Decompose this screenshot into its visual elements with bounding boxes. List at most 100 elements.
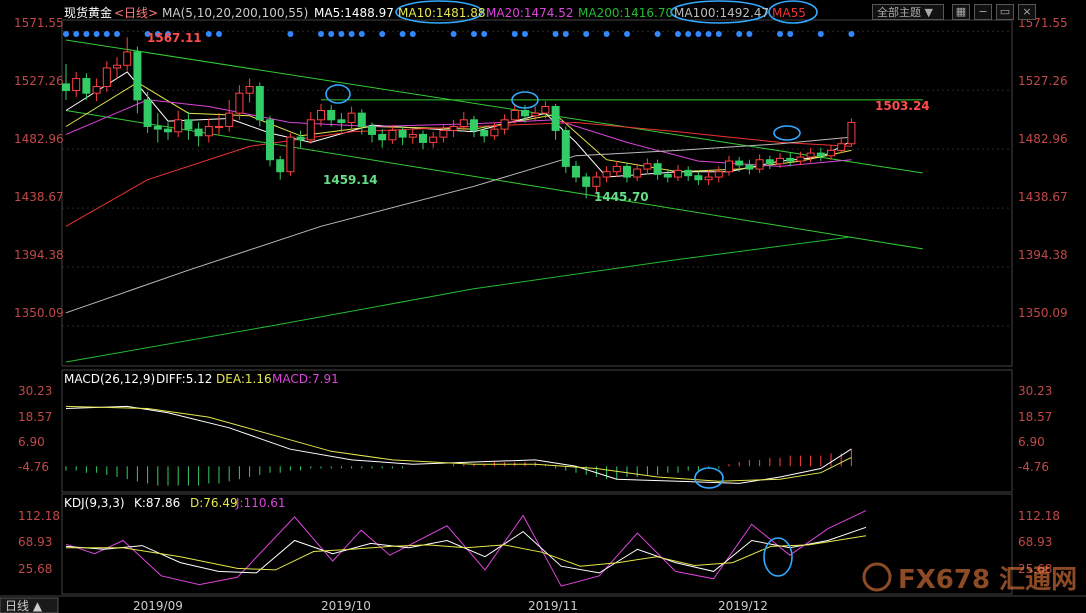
signal-dot bbox=[715, 31, 722, 37]
kdj-d: D:76.49 bbox=[190, 496, 238, 510]
price-legend: 现货黄金 <日线> MA(5,10,20,200,100,55) MA5:148… bbox=[64, 5, 806, 20]
candle-body bbox=[388, 129, 397, 141]
candle-body bbox=[306, 119, 315, 141]
candle-body bbox=[317, 109, 325, 121]
ma100-value: MA100:1492.47 bbox=[674, 6, 769, 20]
macd-tick: 18.57 bbox=[1018, 410, 1052, 424]
signal-dot bbox=[83, 31, 90, 37]
period-label: <日线> bbox=[114, 6, 158, 20]
candle-body bbox=[582, 176, 591, 187]
kdj-tick: 112.18 bbox=[18, 509, 60, 523]
ma5-value: MA5:1488.97 bbox=[314, 6, 394, 20]
signal-dot bbox=[338, 31, 345, 37]
price-tick-left: 1394.38 bbox=[14, 248, 64, 262]
grid-icon[interactable]: ▦ bbox=[952, 4, 970, 20]
signal-dot bbox=[675, 31, 681, 37]
candle-body bbox=[286, 136, 295, 173]
candle-body bbox=[735, 160, 744, 166]
ma10-value: MA10:1481.88 bbox=[398, 6, 486, 20]
candle-body bbox=[194, 128, 203, 137]
signal-dot bbox=[358, 31, 365, 37]
signal-dot bbox=[481, 31, 488, 37]
candle-body bbox=[449, 125, 458, 131]
price-tick-right: 1350.09 bbox=[1018, 306, 1068, 320]
chevron-down-icon: ▼ bbox=[924, 6, 933, 19]
macd-tick: 18.57 bbox=[18, 410, 52, 424]
candle-body bbox=[368, 125, 376, 135]
signal-dot bbox=[399, 31, 406, 37]
candle-body bbox=[500, 119, 509, 130]
ma-line-ma200 bbox=[65, 236, 852, 363]
ma-params: MA(5,10,20,200,100,55) bbox=[162, 6, 308, 20]
signal-dot bbox=[379, 31, 386, 37]
candle-body bbox=[143, 99, 152, 127]
candle-body bbox=[714, 171, 723, 178]
signal-dot bbox=[777, 31, 783, 37]
candle-body bbox=[725, 160, 733, 173]
symbol-name: 现货黄金 bbox=[64, 5, 112, 20]
candle-body bbox=[419, 133, 427, 143]
kdj-tick: 68.93 bbox=[1018, 535, 1052, 549]
candle-body bbox=[510, 109, 519, 121]
candle-body bbox=[225, 112, 234, 127]
macd-tick: -4.76 bbox=[1018, 460, 1049, 474]
ma200-value: MA200:1416.70 bbox=[578, 6, 673, 20]
signal-dot bbox=[562, 31, 569, 37]
candle-body bbox=[674, 169, 682, 178]
candle-body bbox=[653, 163, 662, 175]
candle-body bbox=[378, 133, 387, 141]
signal-dot bbox=[471, 31, 477, 37]
time-label: 2019/10 bbox=[321, 599, 371, 613]
candle-body bbox=[102, 67, 111, 88]
macd-diff: DIFF:5.12 bbox=[156, 372, 212, 386]
ma-line-ma20 bbox=[65, 99, 852, 167]
price-tick-right: 1438.67 bbox=[1018, 190, 1068, 204]
kdj-k-line bbox=[65, 526, 867, 574]
candle-body bbox=[827, 149, 835, 157]
signal-dot bbox=[63, 31, 69, 37]
price-tick-left: 1438.67 bbox=[14, 190, 64, 204]
signal-dot bbox=[654, 31, 661, 37]
signal-dot bbox=[685, 31, 692, 37]
candle-body bbox=[82, 78, 91, 94]
candle-body bbox=[153, 125, 162, 130]
candle-body bbox=[684, 169, 693, 177]
time-label: 2019/09 bbox=[133, 599, 183, 613]
kdj-title: KDJ(9,3,3) bbox=[64, 496, 125, 510]
kdj-tick: 25.68 bbox=[18, 562, 52, 576]
signal-dot bbox=[603, 31, 610, 37]
candle-body bbox=[816, 152, 825, 157]
signal-dot bbox=[705, 31, 712, 37]
macd-diff-line bbox=[65, 405, 852, 484]
theme-select[interactable]: 全部主题 ▼ bbox=[872, 4, 944, 20]
candle-body bbox=[551, 106, 560, 131]
macd-series bbox=[65, 405, 852, 486]
candle-body bbox=[521, 109, 529, 117]
minimize-icon[interactable]: − bbox=[974, 4, 992, 20]
candle-body bbox=[612, 165, 621, 173]
macd-tick: -4.76 bbox=[18, 460, 49, 474]
kdj-k: K:87.86 bbox=[134, 496, 180, 510]
price-tick-left: 1350.09 bbox=[14, 306, 64, 320]
close-icon[interactable]: × bbox=[1018, 4, 1036, 20]
candle-body bbox=[296, 136, 305, 141]
time-label: 2019/12 bbox=[718, 599, 768, 613]
trendlines bbox=[65, 39, 923, 250]
candle-body bbox=[602, 171, 611, 178]
theme-select-label: 全部主题 bbox=[877, 6, 921, 19]
restore-icon[interactable]: ▭ bbox=[996, 4, 1014, 20]
candle-body bbox=[806, 152, 815, 158]
candle-body bbox=[490, 128, 499, 137]
candle-body bbox=[796, 156, 805, 162]
chart-canvas[interactable]: 1571.55 1527.26 1482.96 1438.67 1394.38 … bbox=[0, 0, 1086, 613]
candle-body bbox=[327, 109, 336, 121]
price-panel-frame bbox=[61, 19, 1013, 367]
candle-body bbox=[113, 64, 121, 69]
macd-dea-line bbox=[65, 405, 852, 482]
signal-dot bbox=[522, 31, 528, 37]
kdj-series bbox=[65, 510, 867, 587]
candle-body bbox=[592, 176, 601, 187]
signal-dot bbox=[93, 31, 100, 37]
kdj-tick: 68.93 bbox=[18, 535, 52, 549]
grid-lines bbox=[62, 30, 1012, 327]
